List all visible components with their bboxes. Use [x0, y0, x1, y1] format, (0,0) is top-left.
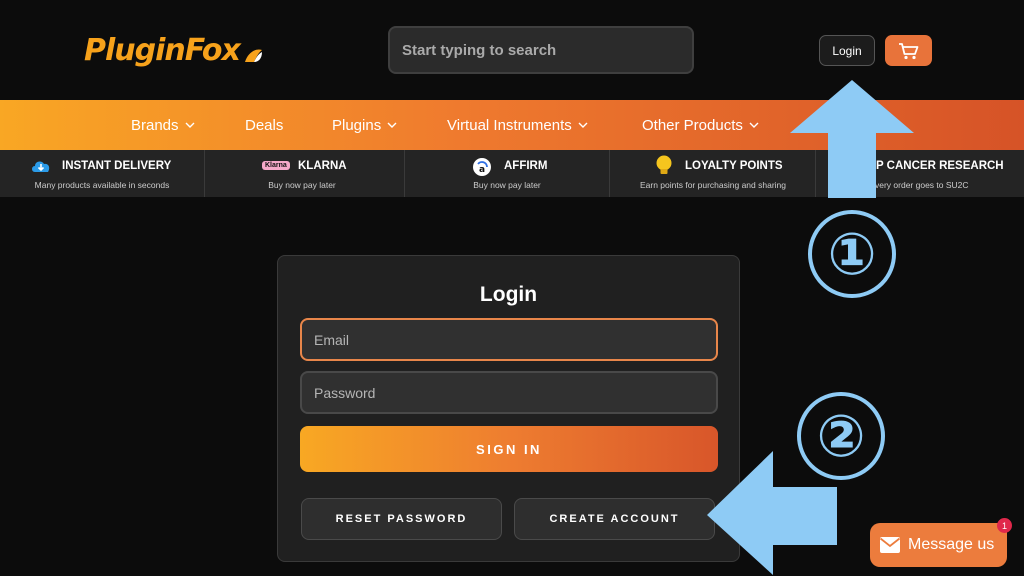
login-button[interactable]: Login: [819, 35, 875, 66]
klarna-badge: Klarna: [262, 161, 290, 170]
nav-item-deals[interactable]: Deals: [245, 100, 283, 150]
message-us-button[interactable]: Message us: [870, 523, 1007, 567]
lightbulb-icon: [656, 155, 672, 174]
chevron-down-icon: [185, 122, 195, 128]
feature-subtitle: Buy now pay later: [473, 180, 541, 190]
create-account-label: CREATE ACCOUNT: [549, 513, 680, 525]
cloud-download-icon: [32, 161, 50, 172]
mail-icon: [879, 537, 901, 553]
nav-label: Plugins: [332, 116, 382, 134]
feature-title: KLARNA: [298, 160, 347, 172]
svg-text:a: a: [479, 165, 485, 175]
nav-label: Other Products: [642, 116, 743, 134]
sign-in-label: SIGN IN: [476, 441, 542, 457]
nav-label: Brands: [131, 116, 179, 134]
nav-item-other-products[interactable]: Other Products: [642, 100, 759, 150]
reset-password-button[interactable]: RESET PASSWORD: [301, 498, 502, 540]
login-button-label: Login: [832, 43, 862, 58]
nav-label: Virtual Instruments: [447, 116, 572, 134]
feature-title: INSTANT DELIVERY: [62, 160, 172, 172]
annotation-step-2: ②: [797, 392, 885, 480]
feature-subtitle: Many products available in seconds: [34, 180, 170, 190]
chevron-down-icon: [749, 122, 759, 128]
chevron-down-icon: [578, 122, 588, 128]
chevron-down-icon: [387, 122, 397, 128]
feature-subtitle: Earn points for purchasing and sharing: [639, 180, 786, 190]
pluginfox-logo[interactable]: PluginFox: [84, 28, 264, 72]
feature-klarna: Klarna KLARNA Buy now pay later: [200, 150, 405, 197]
feature-subtitle: Buy now pay later: [268, 180, 336, 190]
feature-title: LOYALTY POINTS: [685, 160, 783, 172]
nav-item-plugins[interactable]: Plugins: [332, 100, 397, 150]
password-input[interactable]: [300, 371, 718, 414]
fox-tail-icon: [244, 49, 262, 62]
affirm-icon: a: [473, 158, 491, 176]
feature-loyalty-points: LOYALTY POINTS Earn points for purchasin…: [611, 150, 816, 197]
login-title: Login: [479, 283, 538, 306]
logo-text: PluginFox: [84, 32, 241, 68]
login-card: Login SIGN IN RESET PASSWORD CREATE ACCO…: [277, 255, 740, 562]
create-account-button[interactable]: CREATE ACCOUNT: [514, 498, 715, 540]
feature-instant-delivery: INSTANT DELIVERY Many products available…: [0, 150, 205, 197]
feature-affirm: a AFFIRM Buy now pay later: [405, 150, 610, 197]
message-us-label: Message us: [908, 536, 995, 553]
cart-button[interactable]: [885, 35, 932, 66]
nav-label: Deals: [245, 116, 284, 134]
nav-item-brands[interactable]: Brands: [131, 100, 195, 150]
feature-title: AFFIRM: [504, 160, 548, 172]
nav-item-virtual-instruments[interactable]: Virtual Instruments: [447, 100, 588, 150]
annotation-arrow-up: [790, 80, 914, 198]
notification-badge: 1: [997, 518, 1012, 533]
email-input[interactable]: [300, 318, 718, 361]
cart-icon: [898, 42, 918, 59]
reset-password-label: RESET PASSWORD: [335, 513, 468, 525]
search-input[interactable]: [388, 26, 694, 74]
annotation-step-1: ①: [808, 210, 896, 298]
sign-in-button[interactable]: SIGN IN: [300, 426, 718, 472]
